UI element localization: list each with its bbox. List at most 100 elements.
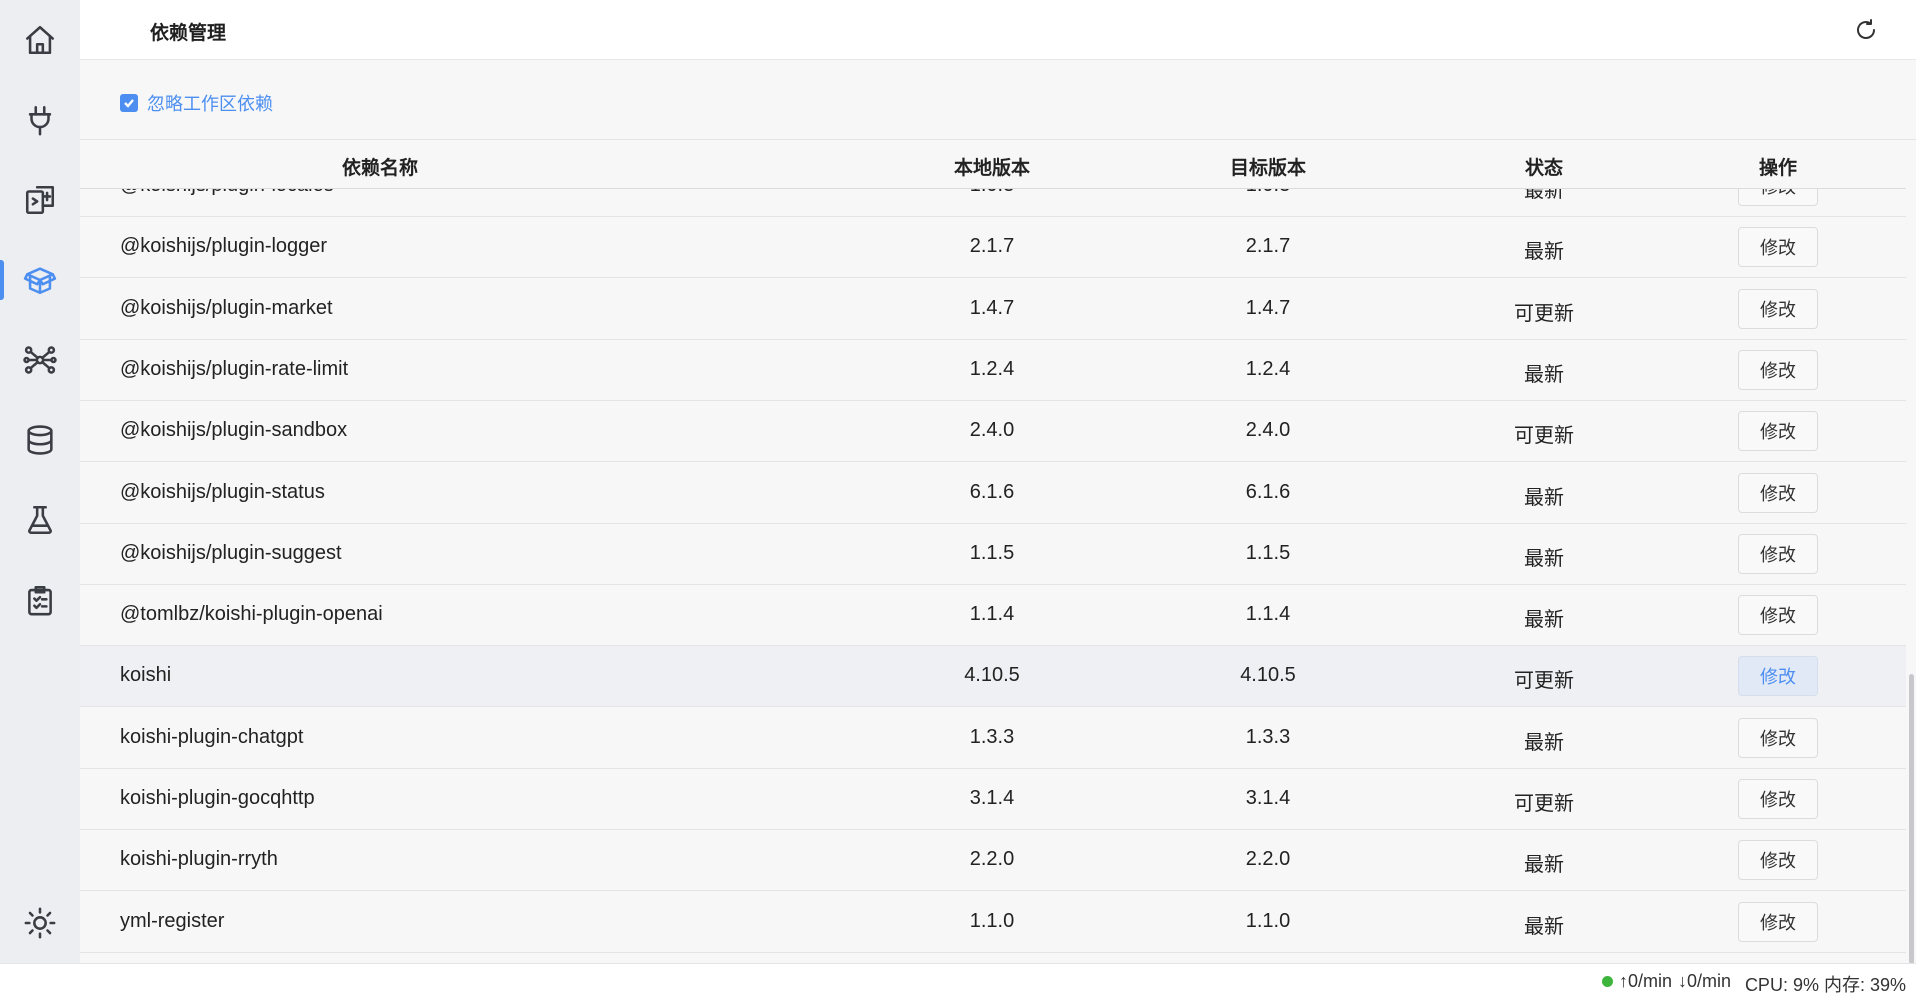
dependency-status: 最新 (1524, 363, 1564, 386)
dependency-name: @koishijs/plugin-market (120, 296, 333, 319)
dependency-name: yml-register (120, 909, 225, 932)
cpu-memory-status: CPU: 9% 内存: 39% (1744, 975, 1906, 995)
edit-button[interactable]: 修改 (1738, 533, 1818, 574)
edit-button[interactable]: 修改 (1738, 227, 1818, 268)
dependency-name: @koishijs/plugin-logger (120, 235, 328, 258)
dependency-name: koishi (120, 664, 172, 687)
table-row: @tomlbz/koishi-plugin-openai 1.1.4 1.1.4 最新… (80, 585, 1906, 647)
activity-sandbox[interactable] (0, 480, 80, 560)
check-icon (124, 99, 134, 108)
local-version: 1.1.4 (969, 603, 1015, 626)
dependency-status: 可更新 (1514, 670, 1574, 693)
checkbox-box[interactable] (120, 94, 138, 112)
dependency-name: @koishijs/plugin-rate-limit (120, 357, 349, 380)
dependency-name: @koishijs/plugin-sandbox (120, 419, 348, 442)
network-icon (23, 346, 57, 374)
edit-button[interactable]: 修改 (1738, 349, 1818, 390)
home-icon (25, 25, 55, 55)
dependency-name: koishi-plugin-rryth (120, 848, 278, 871)
target-version: 1.1.5 (1245, 541, 1291, 564)
table-row: @koishijs/plugin-status 6.1.6 6.1.6 最新 修改 (80, 463, 1906, 524)
table-row: koishi-plugin-chatgpt 1.3.3 1.3.3 最新 修改 (80, 708, 1906, 769)
dependency-status: 最新 (1524, 547, 1564, 570)
local-version: 4.10.5 (964, 664, 1020, 687)
dependency-status: 最新 (1524, 854, 1564, 877)
column-header-status: 状态 (1524, 158, 1563, 179)
target-version: 1.1.4 (1245, 603, 1291, 626)
activity-dependencies[interactable] (0, 240, 80, 320)
table-row: koishi-plugin-rryth 2.2.0 2.2.0 最新 修改 (80, 830, 1906, 892)
table-row: yml-register 1.1.0 1.1.0 最新 修改 (80, 892, 1906, 953)
network-status: ↑ 0/min ↓ 0/min (1601, 971, 1731, 992)
table-scrollbar[interactable] (1906, 189, 1916, 963)
online-indicator (1601, 976, 1613, 987)
target-version: 2.1.7 (1245, 235, 1291, 258)
target-version: 4.10.5 (1240, 664, 1296, 687)
edit-button[interactable]: 修改 (1738, 656, 1818, 697)
flask-icon (28, 505, 52, 535)
dependency-status: 最新 (1524, 731, 1564, 754)
target-version: 3.1.4 (1245, 787, 1291, 809)
dependency-name: @tomlbz/koishi-plugin-openai (120, 603, 383, 626)
edit-button[interactable]: 修改 (1738, 595, 1818, 636)
activity-plugins[interactable] (0, 80, 80, 160)
dependency-table: 依赖名称 本地版本 目标版本 状态 操作 @koishijs/plugin-lo… (80, 141, 1916, 963)
activity-network[interactable] (0, 320, 80, 400)
edit-button[interactable]: 修改 (1738, 288, 1818, 329)
activity-database[interactable] (0, 400, 80, 480)
upload-rate: 0/min (1627, 971, 1672, 991)
column-header-target-version: 目标版本 (1229, 158, 1306, 179)
scrollbar-thumb[interactable] (1909, 674, 1914, 963)
local-version: 3.1.4 (969, 787, 1015, 809)
download-rate: 0/min (1686, 971, 1731, 991)
activity-logs[interactable] (0, 560, 80, 640)
edit-button[interactable]: 修改 (1738, 779, 1818, 819)
dependency-name: koishi-plugin-gocqhttp (120, 787, 315, 809)
edit-button[interactable]: 修改 (1738, 717, 1818, 758)
edit-button[interactable]: 修改 (1738, 472, 1818, 513)
target-version: 1.4.7 (1245, 296, 1291, 319)
dependency-status: 最新 (1524, 915, 1564, 938)
target-version: 6.1.6 (1245, 480, 1291, 503)
table-row: @koishijs/plugin-market 1.4.7 1.4.7 可更新 修改 (80, 279, 1906, 340)
local-version: 2.4.0 (969, 419, 1015, 442)
download-arrow-icon: ↓ (1677, 971, 1687, 991)
activity-home[interactable] (0, 0, 80, 80)
edit-button[interactable]: 修改 (1738, 411, 1818, 452)
target-version: 1.3.3 (1245, 725, 1291, 748)
ignore-workspace-checkbox[interactable]: 忽略工作区依赖 (120, 90, 273, 116)
dependency-status: 最新 (1524, 486, 1564, 509)
target-version: 2.4.0 (1245, 419, 1291, 442)
local-version: 1.4.7 (969, 296, 1015, 319)
table-row: @koishijs/plugin-rate-limit 1.2.4 1.2.4 最新 修… (80, 340, 1906, 401)
activity-theme-toggle[interactable] (0, 883, 80, 963)
column-header-local-version: 本地版本 (953, 158, 1030, 179)
dependency-status: 可更新 (1514, 793, 1574, 815)
dependency-toolbar: 忽略工作区依赖 (80, 60, 1916, 140)
local-version: 1.1.0 (969, 909, 1015, 932)
table-row: koishi-plugin-gocqhttp 3.1.4 3.1.4 可更新 修改 (80, 769, 1906, 830)
local-version: 2.1.7 (969, 235, 1015, 258)
table-header: 依赖名称 本地版本 目标版本 状态 操作 (80, 141, 1906, 189)
refresh-button[interactable] (1850, 14, 1882, 46)
edit-button[interactable]: 修改 (1738, 840, 1818, 881)
plug-icon (28, 105, 52, 136)
dependency-name: koishi-plugin-chatgpt (120, 725, 304, 748)
edit-button[interactable]: 修改 (1738, 901, 1818, 942)
local-version: 1.2.4 (969, 357, 1015, 380)
local-version: 2.2.0 (969, 848, 1015, 871)
dependency-status: 可更新 (1514, 425, 1574, 448)
main-panel: 依赖管理 忽略工作区依赖 依赖名称 本地版本 目标版本 状态 操作 @koish… (80, 0, 1916, 963)
activity-config[interactable] (0, 160, 80, 240)
upload-arrow-icon: ↑ (1618, 971, 1628, 991)
status-bar: ↑ 0/min ↓ 0/min CPU: 9% 内存: 39% (0, 963, 1916, 997)
refresh-icon (1857, 19, 1875, 39)
page-title: 依赖管理 (150, 23, 227, 44)
column-header-name: 依赖名称 (341, 158, 418, 179)
dependency-status: 最新 (1524, 609, 1564, 632)
ignore-workspace-label: 忽略工作区依赖 (147, 94, 273, 114)
dependency-name: @koishijs/plugin-status (120, 480, 325, 503)
local-version: 1.1.5 (969, 541, 1015, 564)
dependency-status: 可更新 (1514, 302, 1574, 325)
package-icon (23, 267, 57, 295)
